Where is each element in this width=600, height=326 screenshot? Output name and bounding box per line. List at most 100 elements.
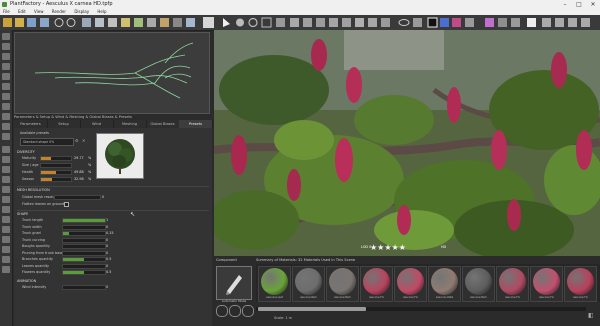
tool-icon[interactable]: [2, 43, 10, 50]
maximize-icon[interactable]: □: [572, 0, 586, 9]
3d-viewport[interactable]: [214, 30, 600, 256]
tool-icon[interactable]: [2, 256, 10, 263]
material-caption: Aesculus Flo: [369, 296, 384, 299]
maturity-slider[interactable]: [40, 156, 72, 161]
tool-icon[interactable]: [2, 156, 10, 163]
wind-intensity-value[interactable]: 0: [106, 285, 108, 289]
season-slider[interactable]: [40, 177, 72, 182]
wind-intensity-slider[interactable]: [62, 285, 106, 290]
material-tile[interactable]: Aesculus Flo: [530, 266, 563, 302]
shape-row-slider[interactable]: [62, 270, 106, 275]
tool-icon[interactable]: [2, 216, 10, 223]
graph-preview[interactable]: [14, 32, 210, 114]
tool-icon[interactable]: [2, 146, 10, 153]
tool-icon[interactable]: [2, 166, 10, 173]
tool-icon[interactable]: [2, 246, 10, 253]
flatten-leaves-checkbox[interactable]: [64, 202, 69, 207]
shape-row-value[interactable]: 1: [106, 218, 108, 222]
minimize-icon[interactable]: –: [558, 0, 572, 9]
shape-row-value[interactable]: 0.15: [106, 231, 114, 235]
shape-row-slider[interactable]: [62, 244, 106, 249]
shape-row-value[interactable]: 0: [106, 238, 108, 242]
tab-parameters[interactable]: Parameters: [14, 120, 48, 128]
shape-row-slider[interactable]: [62, 237, 106, 243]
material-tile[interactable]: Aesculus Petal: [428, 266, 461, 302]
material-tile[interactable]: Aesculus Bark: [326, 266, 359, 302]
shape-row-slider[interactable]: [62, 224, 106, 230]
quality-rating-stars[interactable]: ★★★★★: [370, 243, 406, 252]
chat-icon[interactable]: ◧: [588, 312, 594, 319]
shape-row-slider[interactable]: [62, 218, 106, 223]
shape-row-value[interactable]: 0.5: [106, 270, 111, 274]
shape-row-value[interactable]: 0: [106, 251, 108, 255]
tool-icon[interactable]: [2, 33, 10, 40]
shape-row-slider[interactable]: [62, 257, 106, 262]
tab-wind[interactable]: Wind: [80, 120, 114, 128]
shape-row-label: Flowers quantity: [22, 270, 51, 274]
shape-row-slider[interactable]: [62, 250, 106, 256]
tool-icon[interactable]: [2, 63, 10, 70]
shape-row-value[interactable]: 0: [106, 225, 108, 229]
material-tile[interactable]: Aesculus Flo: [360, 266, 393, 302]
material-tile[interactable]: Aesculus Flo: [564, 266, 597, 302]
tool-icon[interactable]: [2, 186, 10, 193]
materials-scrollbar[interactable]: [256, 307, 586, 311]
preset-save-icon[interactable]: ⚙: [75, 138, 79, 143]
tool-icon[interactable]: [2, 133, 10, 140]
tab-presets[interactable]: Presets: [179, 120, 213, 128]
add-component-icon[interactable]: [216, 305, 228, 317]
tab-global-biases[interactable]: Global Biases: [146, 120, 180, 128]
material-tile[interactable]: Aesculus Leaf: [258, 266, 291, 302]
preset-delete-icon[interactable]: ✕: [82, 138, 85, 143]
tab-setup[interactable]: Setup: [47, 120, 81, 128]
undo-icon: [54, 18, 64, 27]
scale-icon: [261, 17, 272, 28]
bottom-panel-headers: Component Summary of Materials: 32 Mater…: [214, 257, 600, 264]
tool-icon[interactable]: [2, 266, 10, 273]
shape-row-value[interactable]: 0.5: [106, 257, 111, 261]
tool-icon[interactable]: [2, 53, 10, 60]
status-bar: Scale: 1 m ◧: [256, 302, 600, 326]
shape-row-slider[interactable]: [62, 263, 106, 269]
tool-icon[interactable]: [2, 93, 10, 100]
material-caption: Aesculus Bark: [334, 296, 351, 299]
settings-icon[interactable]: [242, 305, 254, 317]
material-tile[interactable]: Aesculus Bark: [462, 266, 495, 302]
material-tile[interactable]: Aesculus Flo: [394, 266, 427, 302]
close-icon[interactable]: ✕: [586, 0, 600, 9]
edit-component-icon[interactable]: [229, 305, 241, 317]
season-value[interactable]: 32.98: [74, 177, 84, 181]
material-caption: Aesculus Bark: [300, 296, 317, 299]
health-value[interactable]: 49.88: [74, 170, 84, 174]
materials-strip: Aesculus Leaf Aesculus Bark Aesculus Bark A…: [256, 264, 600, 302]
tool-icon[interactable]: [2, 236, 10, 243]
tool-icon[interactable]: [2, 206, 10, 213]
shape-row-value[interactable]: 0: [106, 264, 108, 268]
maturity-label: Maturity: [22, 156, 37, 160]
shape-row-value[interactable]: 0: [106, 244, 108, 248]
tool-icon[interactable]: [2, 73, 10, 80]
tab-meshing[interactable]: Meshing: [113, 120, 147, 128]
maturity-value[interactable]: 29.77: [74, 156, 84, 160]
health-label: Health: [22, 170, 34, 174]
tool-icon[interactable]: [2, 83, 10, 90]
tool-icon[interactable]: [2, 103, 10, 110]
tool-icon[interactable]: [2, 176, 10, 183]
preset-thumbnail[interactable]: [96, 133, 144, 179]
size-age-slider[interactable]: [40, 163, 72, 168]
tool-icon[interactable]: [2, 113, 10, 120]
component-tile[interactable]: [216, 266, 252, 300]
global-mesh-value[interactable]: 0: [102, 195, 104, 199]
tree-thumbnail-image: [105, 139, 135, 174]
tool-icon[interactable]: [2, 226, 10, 233]
global-mesh-slider[interactable]: [54, 195, 101, 200]
preset-dropdown[interactable]: Standard shape 0%: [20, 138, 74, 146]
material-tile[interactable]: Aesculus Bark: [292, 266, 325, 302]
shape-row-slider[interactable]: [62, 231, 106, 236]
health-slider[interactable]: [40, 170, 72, 175]
tool-icon[interactable]: [2, 196, 10, 203]
material-tile[interactable]: Aesculus Flo: [496, 266, 529, 302]
tool-icon[interactable]: [2, 123, 10, 130]
material-caption: Aesculus Flo: [539, 296, 554, 299]
scrollbar-thumb[interactable]: [258, 307, 366, 311]
